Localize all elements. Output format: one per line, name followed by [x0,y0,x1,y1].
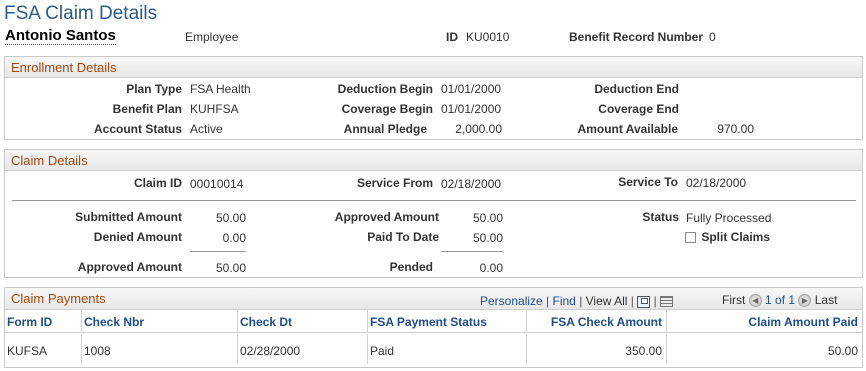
approved-amount-label-mid: Approved Amount [334,210,439,224]
deduction-begin-value: 01/01/2000 [441,82,502,96]
column-header-check-dt[interactable]: Check Dt [238,310,368,332]
benefit-plan-value: KUHFSA [190,102,239,116]
table-cell-claim-amount-paid: 50.00 [827,344,858,358]
enrollment-details-title: Enrollment Details [11,60,117,75]
service-from-label: Service From [356,176,433,190]
status-value: Fully Processed [686,211,772,225]
paid-to-date-value: 50.00 [472,231,503,245]
table-cell-form-id: KUFSA [5,334,82,364]
coverage-begin-label: Coverage Begin [341,102,433,116]
paid-to-date-label: Paid To Date [367,230,439,244]
deduction-end-label: Deduction End [594,82,679,96]
denied-amount-label: Denied Amount [93,230,182,244]
claim-id-label: Claim ID [133,176,182,190]
page-range: 1 of 1 [765,293,796,307]
page-title: FSA Claim Details [4,3,158,24]
approved-amount-value-left: 50.00 [215,261,246,275]
pended-label: Pended [389,260,433,274]
pended-value: 0.00 [479,261,503,275]
status-label: Status [642,210,679,224]
enrollment-details-header: Enrollment Details [5,57,862,78]
coverage-begin-value: 01/01/2000 [441,102,502,116]
benefit-plan-label: Benefit Plan [112,102,182,116]
find-link[interactable]: Find [553,294,576,308]
table-cell-check-nbr: 1008 [82,334,238,364]
grid-toolbar: Personalize | Find | View All | | [480,294,674,308]
amount-available-label: Amount Available [577,122,678,136]
annual-pledge-value: 2,000.00 [455,122,502,136]
approved-amount-label-left: Approved Amount [77,260,182,274]
plan-type-label: Plan Type [126,82,182,96]
column-header-check-nbr[interactable]: Check Nbr [82,310,238,332]
annual-pledge-label: Annual Pledge [343,122,427,136]
account-status-value: Active [190,122,223,136]
previous-icon[interactable]: ◀ [748,294,762,308]
amount-available-value: 970.00 [717,122,754,136]
column-header-fsa-check-amount[interactable]: FSA Check Amount [527,310,667,332]
last-label: Last [814,293,838,307]
download-grid-icon[interactable] [660,296,674,308]
amount-sum-line-mid [441,251,503,252]
service-from-value: 02/18/2000 [441,177,502,191]
first-label: First [722,293,746,307]
split-claims-checkbox[interactable] [685,232,696,244]
claim-payments-title: Claim Payments [11,291,106,306]
zoom-icon[interactable] [637,295,651,308]
employee-role: Employee [185,30,239,44]
table-cell-check-dt: 02/28/2000 [238,334,368,364]
service-to-label: Service To [618,175,678,189]
benefit-record-value: 0 [709,30,716,44]
next-icon[interactable]: ▶ [798,294,812,308]
claim-details-title: Claim Details [11,153,88,168]
plan-type-value: FSA Health [190,82,251,96]
column-header-fsa-payment-status[interactable]: FSA Payment Status [368,310,527,332]
grid-pagination: First ◀ 1 of 1 ▶ Last [722,293,838,308]
service-to-value: 02/18/2000 [686,176,747,190]
deduction-begin-label: Deduction Begin [337,82,433,96]
table-cell-fsa-check-amount: 350.00 [527,334,667,364]
split-claims-label: Split Claims [701,230,771,244]
id-value: KU0010 [466,30,510,44]
coverage-end-label: Coverage End [598,102,679,116]
table-cell-payment-status: Paid [368,334,527,364]
claim-details-header: Claim Details [5,150,862,171]
submitted-amount-value: 50.00 [215,211,246,225]
personalize-link[interactable]: Personalize [480,294,543,308]
account-status-label: Account Status [93,122,182,136]
column-header-claim-amount-paid[interactable]: Claim Amount Paid [667,310,862,332]
submitted-amount-label: Submitted Amount [75,210,182,224]
claim-payments-grid: Claim Payments Personalize | Find | View… [4,287,863,368]
approved-amount-value-mid: 50.00 [472,211,503,225]
employee-name: Antonio Santos [5,27,116,45]
view-all-link[interactable]: View All [586,294,628,308]
split-claims-control[interactable]: Split Claims [685,230,770,244]
column-header-form-id[interactable]: Form ID [5,310,82,332]
claim-id-value: 00010014 [190,177,244,191]
denied-amount-value: 0.00 [222,231,246,245]
id-label: ID [446,30,458,44]
amount-sum-line-left [190,251,246,252]
benefit-record-label: Benefit Record Number [569,30,704,44]
claim-divider [12,200,856,201]
